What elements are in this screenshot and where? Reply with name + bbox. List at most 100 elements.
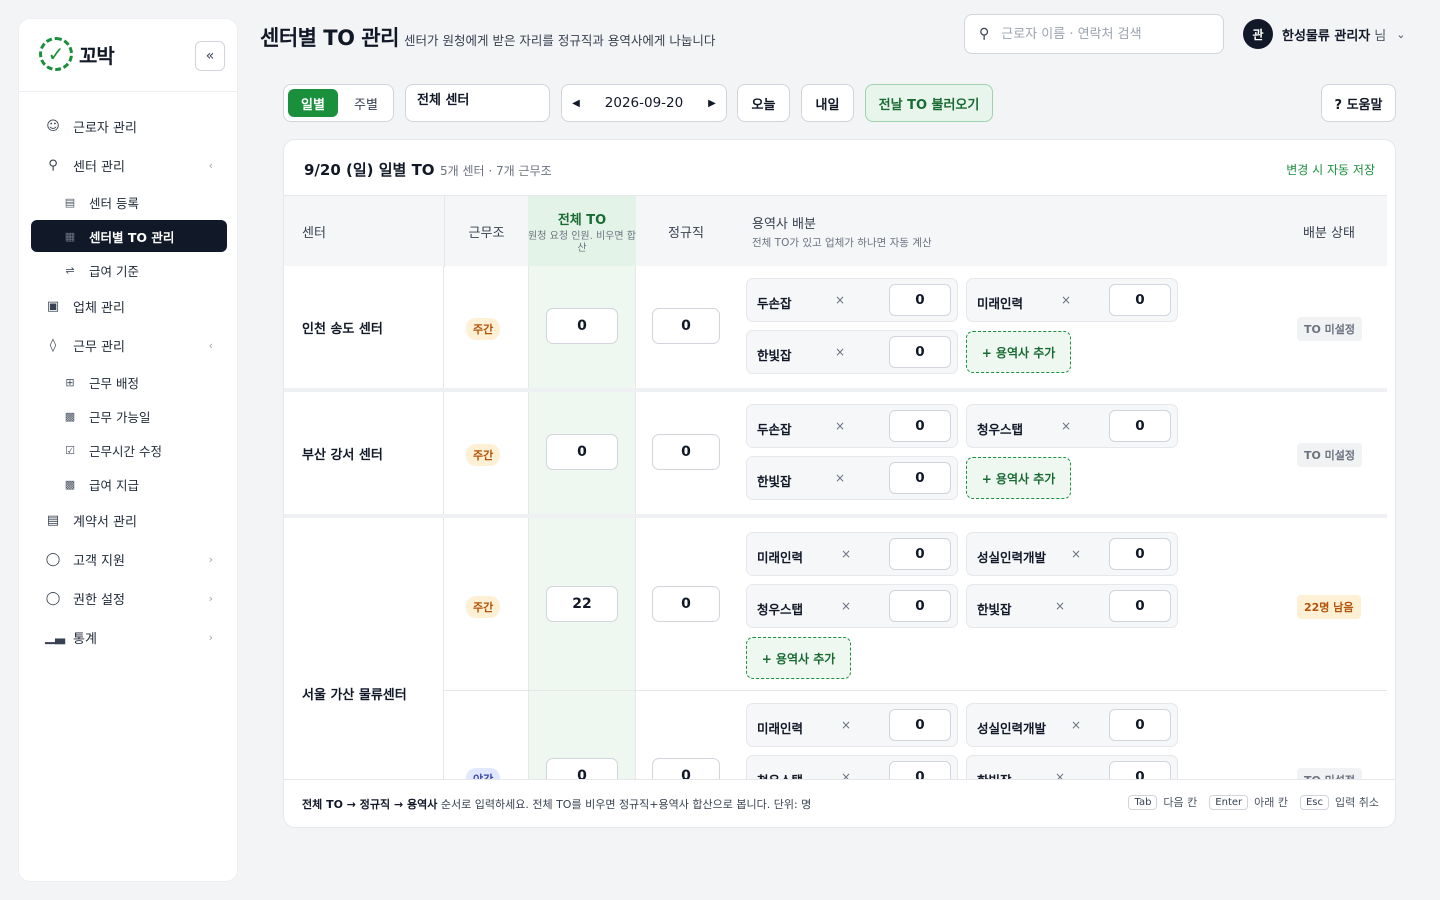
tab-daily[interactable]: 일별 xyxy=(288,89,338,117)
vendor-name: 성실인력개발 xyxy=(977,721,1047,736)
load-previous-to-button[interactable]: 전날 TO 불러오기 xyxy=(865,84,993,122)
regular-input[interactable]: 0 xyxy=(652,586,720,622)
remove-vendor-icon[interactable]: × xyxy=(835,471,845,485)
vendor-count-input[interactable]: 0 xyxy=(889,462,951,494)
sidebar-item-payment[interactable]: ▩ 급여 지급 xyxy=(31,467,227,501)
add-vendor-button[interactable]: + 용역사 추가 xyxy=(966,331,1071,373)
tomorrow-button[interactable]: 내일 xyxy=(801,84,854,122)
today-button[interactable]: 오늘 xyxy=(737,84,790,122)
kbd-key: Tab xyxy=(1128,794,1158,810)
shift-badge: 주간 xyxy=(466,444,501,466)
vendor-name: 한빛잡 xyxy=(757,348,792,363)
header-regular: 정규직 xyxy=(668,226,704,241)
total-to-input[interactable]: 0 xyxy=(546,434,618,470)
date-value[interactable]: 2026-09-20 xyxy=(590,95,698,111)
remove-vendor-icon[interactable]: × xyxy=(835,345,845,359)
to-table: 센터 근무조 전체 TO 원청 요청 인원. 비우면 합산 정규직 용역사 배분… xyxy=(284,195,1387,781)
vendor-name: 미래인력 xyxy=(977,296,1024,311)
sidebar-item-hours-edit[interactable]: ☑ 근무시간 수정 xyxy=(31,433,227,467)
chevron-down-icon: ‹ xyxy=(208,159,213,172)
sidebar-divider xyxy=(19,91,239,92)
remove-vendor-icon[interactable]: × xyxy=(841,599,851,613)
header-center: 센터 xyxy=(302,226,326,241)
search-input[interactable] xyxy=(1001,26,1202,42)
vendor-count-input[interactable]: 0 xyxy=(1109,590,1171,622)
sidebar-item-center-to[interactable]: ▦ 센터별 TO 관리 xyxy=(31,220,227,252)
vendor-count-input[interactable]: 0 xyxy=(1109,709,1171,741)
vendor-count-input[interactable]: 0 xyxy=(889,336,951,368)
sidebar-item-label: 근로자 관리 xyxy=(73,121,137,136)
remove-vendor-icon[interactable]: × xyxy=(841,547,851,561)
remove-vendor-icon[interactable]: × xyxy=(1061,293,1071,307)
regular-input[interactable]: 0 xyxy=(652,308,720,344)
user-suffix: 님 xyxy=(1374,28,1387,44)
remove-vendor-icon[interactable]: × xyxy=(835,419,845,433)
vendor-count-input[interactable]: 0 xyxy=(1109,538,1171,570)
search-box[interactable]: ⚲ xyxy=(964,14,1224,54)
vendor-count-input[interactable]: 0 xyxy=(889,709,951,741)
sidebar-item-workers[interactable]: ☺ 근로자 관리 xyxy=(31,107,227,146)
sidebar-item-label: 계약서 관리 xyxy=(73,515,137,530)
sidebar-item-contracts[interactable]: ▤ 계약서 관리 xyxy=(31,501,227,540)
card-meta: 5개 센터 · 7개 근무조 xyxy=(440,164,552,178)
regular-input[interactable]: 0 xyxy=(652,434,720,470)
vendor-count-input[interactable]: 0 xyxy=(1109,284,1171,316)
vendor-name: 두손잡 xyxy=(757,422,792,437)
app-logo[interactable]: ✓ 꼬박 xyxy=(39,37,115,71)
total-to-column xyxy=(528,518,636,781)
table-header: 센터 근무조 전체 TO 원청 요청 인원. 비우면 합산 정규직 용역사 배분… xyxy=(284,195,1387,267)
sidebar-item-availability[interactable]: ▩ 근무 가능일 xyxy=(31,399,227,433)
sidebar-item-work[interactable]: ◊ 근무 관리 ‹ xyxy=(31,326,227,365)
vendor-chip: 한빛잡 × 0 xyxy=(966,755,1178,781)
sidebar-item-permissions[interactable]: ◯ 권한 설정 › xyxy=(31,579,227,618)
page-title: 센터별 TO 관리 xyxy=(260,26,399,50)
sidebar-item-statistics[interactable]: ▁▃ 통계 › xyxy=(31,618,227,657)
remove-vendor-icon[interactable]: × xyxy=(841,718,851,732)
vendor-count-input[interactable]: 0 xyxy=(1109,410,1171,442)
sidebar-item-center-register[interactable]: ▤ 센터 등록 xyxy=(31,185,227,219)
location-pin-icon: ⚲ xyxy=(48,158,58,173)
vendor-count-input[interactable]: 0 xyxy=(889,761,951,781)
prev-date-icon[interactable]: ◀ xyxy=(562,98,590,109)
sidebar-item-centers[interactable]: ⚲ 센터 관리 ‹ xyxy=(31,146,227,185)
sidebar-item-support[interactable]: ◯ 고객 지원 › xyxy=(31,540,227,579)
vendor-count-input[interactable]: 0 xyxy=(889,590,951,622)
remove-vendor-icon[interactable]: × xyxy=(1061,419,1071,433)
user-name: 한성물류 관리자 xyxy=(1282,28,1371,44)
vendor-count-input[interactable]: 0 xyxy=(889,410,951,442)
briefcase-icon: ▣ xyxy=(46,299,60,314)
distribution-status: 22명 남음 xyxy=(1297,595,1361,619)
total-to-input[interactable]: 0 xyxy=(546,758,618,781)
next-date-icon[interactable]: ▶ xyxy=(698,98,726,109)
vendor-name: 미래인력 xyxy=(757,721,804,736)
kbd-label: 입력 취소 xyxy=(1335,796,1379,809)
center-select[interactable]: 전체 센터 xyxy=(405,84,550,122)
table-row: 서울 가산 물류센터 주간 22 0 미래인력 × 0 성실인력개발 × 0 청… xyxy=(284,518,1387,781)
regular-input[interactable]: 0 xyxy=(652,758,720,781)
remove-vendor-icon[interactable]: × xyxy=(835,293,845,307)
collapse-sidebar-button[interactable]: « xyxy=(195,41,225,71)
user-menu[interactable]: 관 한성물류 관리자 님 ⌄ xyxy=(1243,19,1405,49)
remove-vendor-icon[interactable]: × xyxy=(1071,718,1081,732)
vendor-chip: 한빛잡 × 0 xyxy=(746,456,958,500)
sidebar-item-pay-standard[interactable]: ⇌ 급여 기준 xyxy=(31,253,227,287)
remove-vendor-icon[interactable]: × xyxy=(1071,547,1081,561)
total-to-input[interactable]: 22 xyxy=(546,586,618,622)
sidebar: ✓ 꼬박 « ☺ 근로자 관리 ⚲ 센터 관리 ‹ ▤ 센터 등록 ▦ 센터별 … xyxy=(18,18,239,882)
vendor-count-input[interactable]: 0 xyxy=(889,284,951,316)
sidebar-item-label: 근무시간 수정 xyxy=(89,443,162,459)
help-button[interactable]: ? 도움말 xyxy=(1321,84,1396,122)
search-icon: ⚲ xyxy=(979,26,990,42)
total-to-input[interactable]: 0 xyxy=(546,308,618,344)
vendor-count-input[interactable]: 0 xyxy=(1109,761,1171,781)
chevron-right-icon: › xyxy=(208,553,213,566)
add-vendor-button[interactable]: + 용역사 추가 xyxy=(746,637,851,679)
header-total-to-sub: 원청 요청 인원. 비우면 합산 xyxy=(528,230,636,254)
sidebar-item-work-assign[interactable]: ⊞ 근무 배정 xyxy=(31,365,227,399)
tab-weekly[interactable]: 주별 xyxy=(342,89,390,117)
header-total-to-label: 전체 TO xyxy=(557,212,607,228)
sidebar-item-companies[interactable]: ▣ 업체 관리 xyxy=(31,287,227,326)
remove-vendor-icon[interactable]: × xyxy=(1055,599,1065,613)
vendor-count-input[interactable]: 0 xyxy=(889,538,951,570)
add-vendor-button[interactable]: + 용역사 추가 xyxy=(966,457,1071,499)
